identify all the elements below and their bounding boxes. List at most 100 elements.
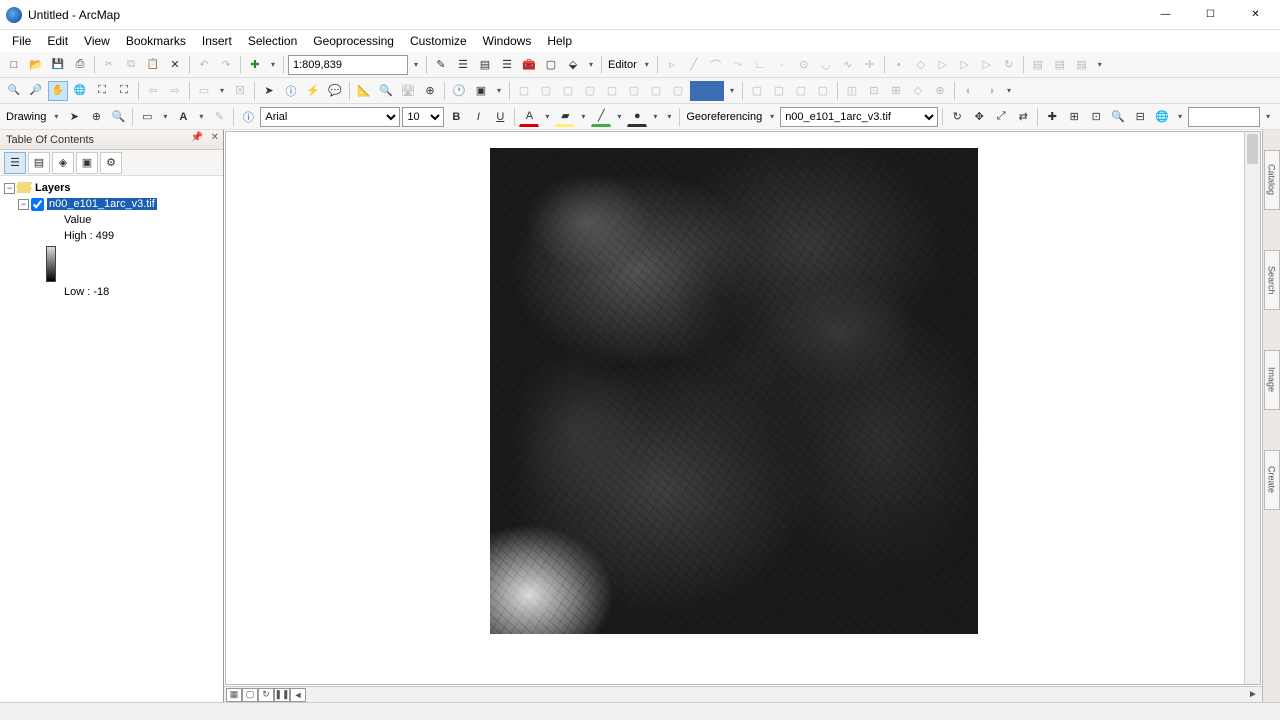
pause-drawing-button[interactable]: ❚❚ bbox=[274, 688, 290, 702]
new-button[interactable] bbox=[4, 55, 24, 75]
rectangle-tool[interactable]: ▭ bbox=[137, 107, 157, 127]
toc-tree[interactable]: − Layers − n00_e101_1arc_v3.tif Value Hi… bbox=[0, 176, 223, 702]
edit-midpoint[interactable]: · bbox=[772, 55, 792, 75]
maximize-button[interactable]: ☐ bbox=[1188, 1, 1233, 29]
pan-button[interactable] bbox=[48, 81, 68, 101]
topo-4[interactable]: ▢ bbox=[580, 81, 600, 101]
geom-8[interactable]: ◇ bbox=[908, 81, 928, 101]
edit-bezier[interactable]: ∿ bbox=[838, 55, 858, 75]
text-tool[interactable]: A bbox=[173, 107, 193, 127]
copy-button[interactable] bbox=[121, 55, 141, 75]
edit-vertices[interactable]: ◇ bbox=[911, 55, 931, 75]
georeferencing-label[interactable]: Georeferencing bbox=[684, 111, 764, 123]
georef-select-link[interactable]: ⊡ bbox=[1086, 107, 1106, 127]
data-view-button[interactable]: ▦ bbox=[226, 688, 242, 702]
topo-7[interactable]: ▢ bbox=[646, 81, 666, 101]
toolbar-overflow-1[interactable]: ▾ bbox=[585, 55, 597, 75]
georef-scale-button[interactable]: ⤢ bbox=[991, 107, 1011, 127]
georef-overflow[interactable]: ▾ bbox=[1262, 107, 1274, 127]
time-slider-button[interactable]: 🕐 bbox=[449, 81, 469, 101]
map-scale-input[interactable] bbox=[288, 55, 408, 75]
geom-6[interactable]: ⊡ bbox=[864, 81, 884, 101]
topo-5[interactable]: ▢ bbox=[602, 81, 622, 101]
layer-visibility-checkbox[interactable] bbox=[31, 198, 44, 211]
fill-color-dropdown[interactable]: ▾ bbox=[577, 107, 589, 127]
bold-button[interactable]: B bbox=[446, 107, 466, 127]
menu-geoprocessing[interactable]: Geoprocessing bbox=[305, 31, 402, 51]
edit-right-angle[interactable]: ∟ bbox=[750, 55, 770, 75]
select-features-dropdown[interactable]: ▾ bbox=[216, 81, 228, 101]
georef-auto-registration[interactable]: ⊞ bbox=[1064, 107, 1084, 127]
edit-cut-poly[interactable]: ▷ bbox=[955, 55, 975, 75]
menu-customize[interactable]: Customize bbox=[402, 31, 475, 51]
georeferencing-dropdown[interactable]: ▾ bbox=[766, 107, 778, 127]
toc-button[interactable]: ☰ bbox=[453, 55, 473, 75]
menu-windows[interactable]: Windows bbox=[475, 31, 540, 51]
marker-color-dropdown[interactable]: ▾ bbox=[649, 107, 661, 127]
menu-insert[interactable]: Insert bbox=[194, 31, 240, 51]
python-window-button[interactable]: ▢ bbox=[541, 55, 561, 75]
edit-create-features[interactable]: ▤ bbox=[1072, 55, 1092, 75]
zoom-graphics-button[interactable]: 🔍 bbox=[108, 107, 128, 127]
add-data-button[interactable] bbox=[245, 55, 265, 75]
toc-options[interactable]: ⚙ bbox=[100, 152, 122, 174]
identify-button[interactable] bbox=[281, 81, 301, 101]
full-extent-button[interactable] bbox=[70, 81, 90, 101]
linked-pan-button[interactable] bbox=[690, 81, 724, 101]
topo-2[interactable]: ▢ bbox=[536, 81, 556, 101]
rotate-graphics-button[interactable]: ⊕ bbox=[86, 107, 106, 127]
edit-tangent[interactable]: ◡ bbox=[816, 55, 836, 75]
map-canvas[interactable] bbox=[225, 131, 1261, 685]
topo-1[interactable]: ▢ bbox=[514, 81, 534, 101]
toc-list-by-drawing-order[interactable]: ☰ bbox=[4, 152, 26, 174]
topo-8[interactable]: ▢ bbox=[668, 81, 688, 101]
dock-tab-search[interactable]: Search bbox=[1264, 250, 1280, 310]
edit-sketch-props[interactable]: ▤ bbox=[1050, 55, 1070, 75]
layer-expander[interactable]: − bbox=[18, 199, 29, 210]
dock-tab-create-features[interactable]: Create bbox=[1264, 450, 1280, 510]
marker-color-button[interactable]: ● bbox=[627, 107, 647, 127]
forward-extent-button[interactable]: ⇨ bbox=[165, 81, 185, 101]
menu-file[interactable]: File bbox=[4, 31, 39, 51]
minimize-button[interactable]: — bbox=[1143, 1, 1188, 29]
font-color-dropdown[interactable]: ▾ bbox=[541, 107, 553, 127]
underline-button[interactable]: U bbox=[490, 107, 510, 127]
map-scale-dropdown[interactable]: ▾ bbox=[410, 55, 422, 75]
menu-help[interactable]: Help bbox=[539, 31, 580, 51]
html-popup-button[interactable]: 💬 bbox=[325, 81, 345, 101]
delete-button[interactable] bbox=[165, 55, 185, 75]
shape-dropdown[interactable]: ▾ bbox=[159, 107, 171, 127]
toc-list-by-selection[interactable]: ▣ bbox=[76, 152, 98, 174]
refresh-button[interactable]: ↻ bbox=[258, 688, 274, 702]
save-button[interactable] bbox=[48, 55, 68, 75]
measure-button[interactable]: 📐 bbox=[354, 81, 374, 101]
drawing-label[interactable]: Drawing bbox=[4, 111, 48, 123]
modelbuilder-button[interactable]: ⬙ bbox=[563, 55, 583, 75]
go-to-xy-button[interactable]: ⊕ bbox=[420, 81, 440, 101]
geom-1[interactable]: ▢ bbox=[747, 81, 767, 101]
font-name-select[interactable]: Arial bbox=[260, 107, 400, 127]
edit-split[interactable]: ▷ bbox=[977, 55, 997, 75]
georef-rotation-input[interactable] bbox=[1188, 107, 1260, 127]
layer-name[interactable]: n00_e101_1arc_v3.tif bbox=[47, 198, 157, 210]
find-button[interactable]: 🔍 bbox=[376, 81, 396, 101]
italic-button[interactable]: I bbox=[468, 107, 488, 127]
edit-rotate[interactable]: ↻ bbox=[999, 55, 1019, 75]
georef-add-control-points[interactable]: ✚ bbox=[1042, 107, 1062, 127]
fixed-zoom-in-button[interactable]: ⛶ bbox=[92, 81, 112, 101]
toc-list-by-visibility[interactable]: ◈ bbox=[52, 152, 74, 174]
add-data-dropdown[interactable]: ▾ bbox=[267, 55, 279, 75]
search-window-button[interactable]: ☰ bbox=[497, 55, 517, 75]
text-dropdown[interactable]: ▾ bbox=[195, 107, 207, 127]
scroll-left-button[interactable]: ◄ bbox=[290, 688, 306, 702]
georef-delete-link[interactable]: ⊟ bbox=[1130, 107, 1150, 127]
georef-shift-button[interactable]: ✥ bbox=[969, 107, 989, 127]
layout-view-button[interactable]: ▢ bbox=[242, 688, 258, 702]
edit-end-point[interactable]: ⊙ bbox=[794, 55, 814, 75]
redo-button[interactable] bbox=[216, 55, 236, 75]
zoom-out-button[interactable] bbox=[26, 81, 46, 101]
edit-tool[interactable]: ▹ bbox=[662, 55, 682, 75]
create-viewer-button[interactable]: ▣ bbox=[471, 81, 491, 101]
arctoolbox-button[interactable]: 🧰 bbox=[519, 55, 539, 75]
dock-tab-catalog[interactable]: Catalog bbox=[1264, 150, 1280, 210]
